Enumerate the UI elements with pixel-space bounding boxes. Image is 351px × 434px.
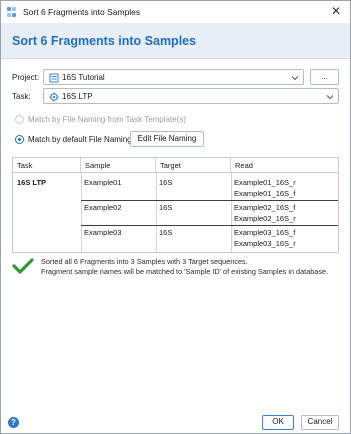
column-header-task[interactable]: Task (13, 158, 81, 173)
edit-file-naming-button[interactable]: Edit File Naming (130, 131, 204, 147)
sample-cell[interactable]: Example03 (84, 228, 122, 237)
task-combo[interactable]: 16S LTP (43, 88, 339, 104)
column-divider (156, 173, 157, 252)
group-separator (81, 200, 338, 201)
chevron-down-icon (326, 95, 334, 100)
group-separator (81, 225, 338, 226)
status-message: Sorted all 6 Fragments into 3 Samples wi… (41, 257, 248, 266)
chevron-down-icon (291, 76, 299, 81)
ok-button[interactable]: OK (262, 415, 294, 430)
fragments-table: Task Sample Target Read 16S LTP Example0… (12, 157, 339, 253)
default-naming-radio[interactable] (15, 135, 24, 144)
checkmark-icon (12, 258, 34, 274)
task-label: Task: (12, 92, 31, 101)
template-naming-radio[interactable] (15, 115, 24, 124)
sample-cell[interactable]: Example02 (84, 203, 122, 212)
header-band: Sort 6 Fragments into Samples (1, 23, 350, 59)
column-divider (231, 173, 232, 252)
project-list-icon (49, 73, 59, 83)
column-header-read[interactable]: Read (231, 158, 338, 173)
read-cell[interactable]: Example03_16S_f (234, 228, 295, 237)
sample-cell[interactable]: Example01 (84, 178, 122, 187)
target-cell[interactable]: 16S (159, 178, 172, 187)
help-icon[interactable]: ? (8, 417, 19, 428)
task-value: 16S LTP (62, 92, 93, 101)
app-grid-icon (7, 7, 17, 17)
project-browse-button[interactable]: ... (310, 69, 339, 85)
default-naming-label: Match by default File Naming (28, 135, 132, 144)
project-combo[interactable]: 16S Tutorial (43, 69, 304, 85)
title-bar: Sort 6 Fragments into Samples ✕ (1, 1, 350, 23)
status-detail: Fragment sample names will be matched to… (41, 267, 329, 276)
target-cell[interactable]: 16S (159, 203, 172, 212)
close-icon[interactable]: ✕ (331, 5, 341, 17)
column-divider (81, 173, 82, 252)
column-header-sample[interactable]: Sample (81, 158, 156, 173)
project-label: Project: (12, 73, 40, 82)
task-gear-icon (49, 92, 59, 102)
read-cell[interactable]: Example03_16S_r (234, 239, 296, 248)
read-cell[interactable]: Example02_16S_f (234, 203, 295, 212)
read-cell[interactable]: Example01_16S_r (234, 178, 296, 187)
target-cell[interactable]: 16S (159, 228, 172, 237)
table-header: Task Sample Target Read (13, 158, 338, 173)
template-naming-label: Match by File Naming from Task Template(… (28, 115, 186, 124)
project-value: 16S Tutorial (62, 73, 105, 82)
column-header-target[interactable]: Target (156, 158, 231, 173)
task-cell[interactable]: 16S LTP (17, 178, 46, 187)
read-cell[interactable]: Example02_16S_r (234, 214, 296, 223)
cancel-button[interactable]: Cancel (301, 415, 339, 430)
dialog: Sort 6 Fragments into Samples ✕ Sort 6 F… (0, 0, 351, 434)
read-cell[interactable]: Example01_16S_f (234, 189, 295, 198)
window-title: Sort 6 Fragments into Samples (23, 7, 141, 17)
page-title: Sort 6 Fragments into Samples (12, 34, 197, 48)
